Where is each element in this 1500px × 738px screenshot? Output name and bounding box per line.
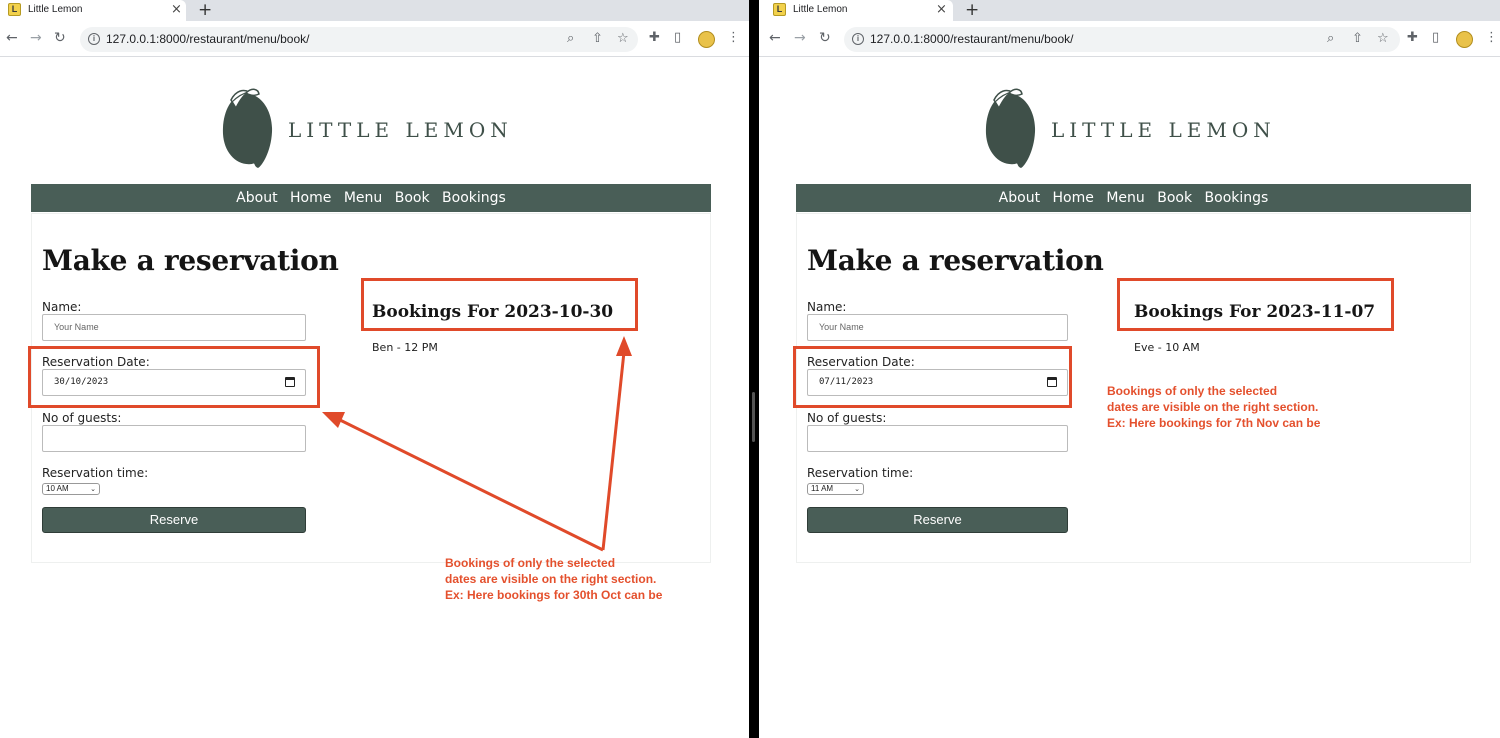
logo-text: LITTLE LEMON bbox=[1051, 118, 1276, 142]
info-icon[interactable]: i bbox=[852, 33, 864, 45]
annotation-line: Ex: Here bookings for 7th Nov can be bbox=[1107, 416, 1321, 430]
chevron-down-icon: ⌄ bbox=[854, 485, 860, 493]
nav-menu[interactable]: Menu bbox=[1106, 184, 1144, 212]
arrow-to-date bbox=[339, 418, 604, 552]
annotation-line: dates are visible on the right section. bbox=[1107, 400, 1319, 414]
zoom-icon[interactable]: ⌕ bbox=[1327, 31, 1334, 47]
address-bar[interactable]: i 127.0.0.1:8000/restaurant/menu/book/ ⌕… bbox=[844, 27, 1400, 52]
arrow-to-bookings bbox=[601, 351, 626, 551]
tab-title: Little Lemon bbox=[793, 4, 848, 15]
annotation-line: Bookings of only the selected bbox=[1107, 384, 1278, 398]
site-logo[interactable]: LITTLE LEMON bbox=[985, 88, 1285, 170]
star-icon[interactable]: ☆ bbox=[1377, 31, 1389, 47]
arrow-head bbox=[616, 336, 632, 356]
guests-field[interactable] bbox=[807, 425, 1068, 452]
reservation-time-select[interactable]: 11 AM ⌄ bbox=[807, 483, 864, 495]
split-divider[interactable] bbox=[749, 0, 759, 738]
close-icon[interactable]: × bbox=[936, 2, 947, 17]
guests-label: No of guests: bbox=[807, 411, 887, 425]
split-handle[interactable] bbox=[752, 392, 755, 442]
nav-home[interactable]: Home bbox=[1053, 184, 1094, 212]
nav-bookings[interactable]: Bookings bbox=[1205, 184, 1269, 212]
forward-arrow-icon[interactable]: → bbox=[794, 29, 806, 47]
nav-book[interactable]: Book bbox=[1157, 184, 1192, 212]
browser-toolbar: ← → ↻ i 127.0.0.1:8000/restaurant/menu/b… bbox=[759, 21, 1500, 57]
puzzle-icon[interactable]: ✚ bbox=[1407, 29, 1418, 47]
browser-tab[interactable]: L Little Lemon × bbox=[759, 0, 953, 21]
annotation-box-date bbox=[793, 346, 1072, 408]
avatar[interactable] bbox=[1456, 31, 1473, 48]
lemon-logo-icon bbox=[985, 88, 1036, 168]
booking-item: Eve - 10 AM bbox=[1134, 341, 1200, 354]
nav-about[interactable]: About bbox=[999, 184, 1040, 212]
name-field[interactable]: Your Name bbox=[807, 314, 1068, 341]
reserve-button[interactable]: Reserve bbox=[807, 507, 1068, 533]
reload-icon[interactable]: ↻ bbox=[819, 29, 831, 47]
annotation-box-bookings bbox=[1117, 278, 1394, 331]
annotation-note: Bookings of only the selected dates are … bbox=[1107, 383, 1320, 431]
url-text[interactable]: 127.0.0.1:8000/restaurant/menu/book/ bbox=[870, 32, 1073, 46]
browser-window-right: L Little Lemon × + ← → ↻ i 127.0.0.1:800… bbox=[759, 0, 1500, 738]
page-title: Make a reservation bbox=[807, 244, 1104, 277]
kebab-menu-icon[interactable]: ⋮ bbox=[1485, 29, 1498, 47]
tab-strip: L Little Lemon × + bbox=[759, 0, 1500, 21]
name-placeholder: Your Name bbox=[819, 322, 864, 332]
annotation-arrows bbox=[322, 336, 632, 552]
time-value: 11 AM bbox=[811, 484, 834, 493]
main-nav: About Home Menu Book Bookings bbox=[796, 184, 1471, 212]
back-arrow-icon[interactable]: ← bbox=[769, 29, 781, 47]
share-icon[interactable]: ⇧ bbox=[1352, 31, 1363, 47]
side-panel-icon[interactable]: ▯ bbox=[1432, 29, 1439, 47]
new-tab-icon[interactable]: + bbox=[965, 0, 979, 20]
lemon-favicon-icon: L bbox=[773, 3, 786, 16]
time-label: Reservation time: bbox=[807, 466, 914, 480]
browser-window-left: L Little Lemon × + ← → ↻ i 127.0.0.1:800… bbox=[0, 0, 749, 738]
name-label: Name: bbox=[807, 300, 847, 314]
